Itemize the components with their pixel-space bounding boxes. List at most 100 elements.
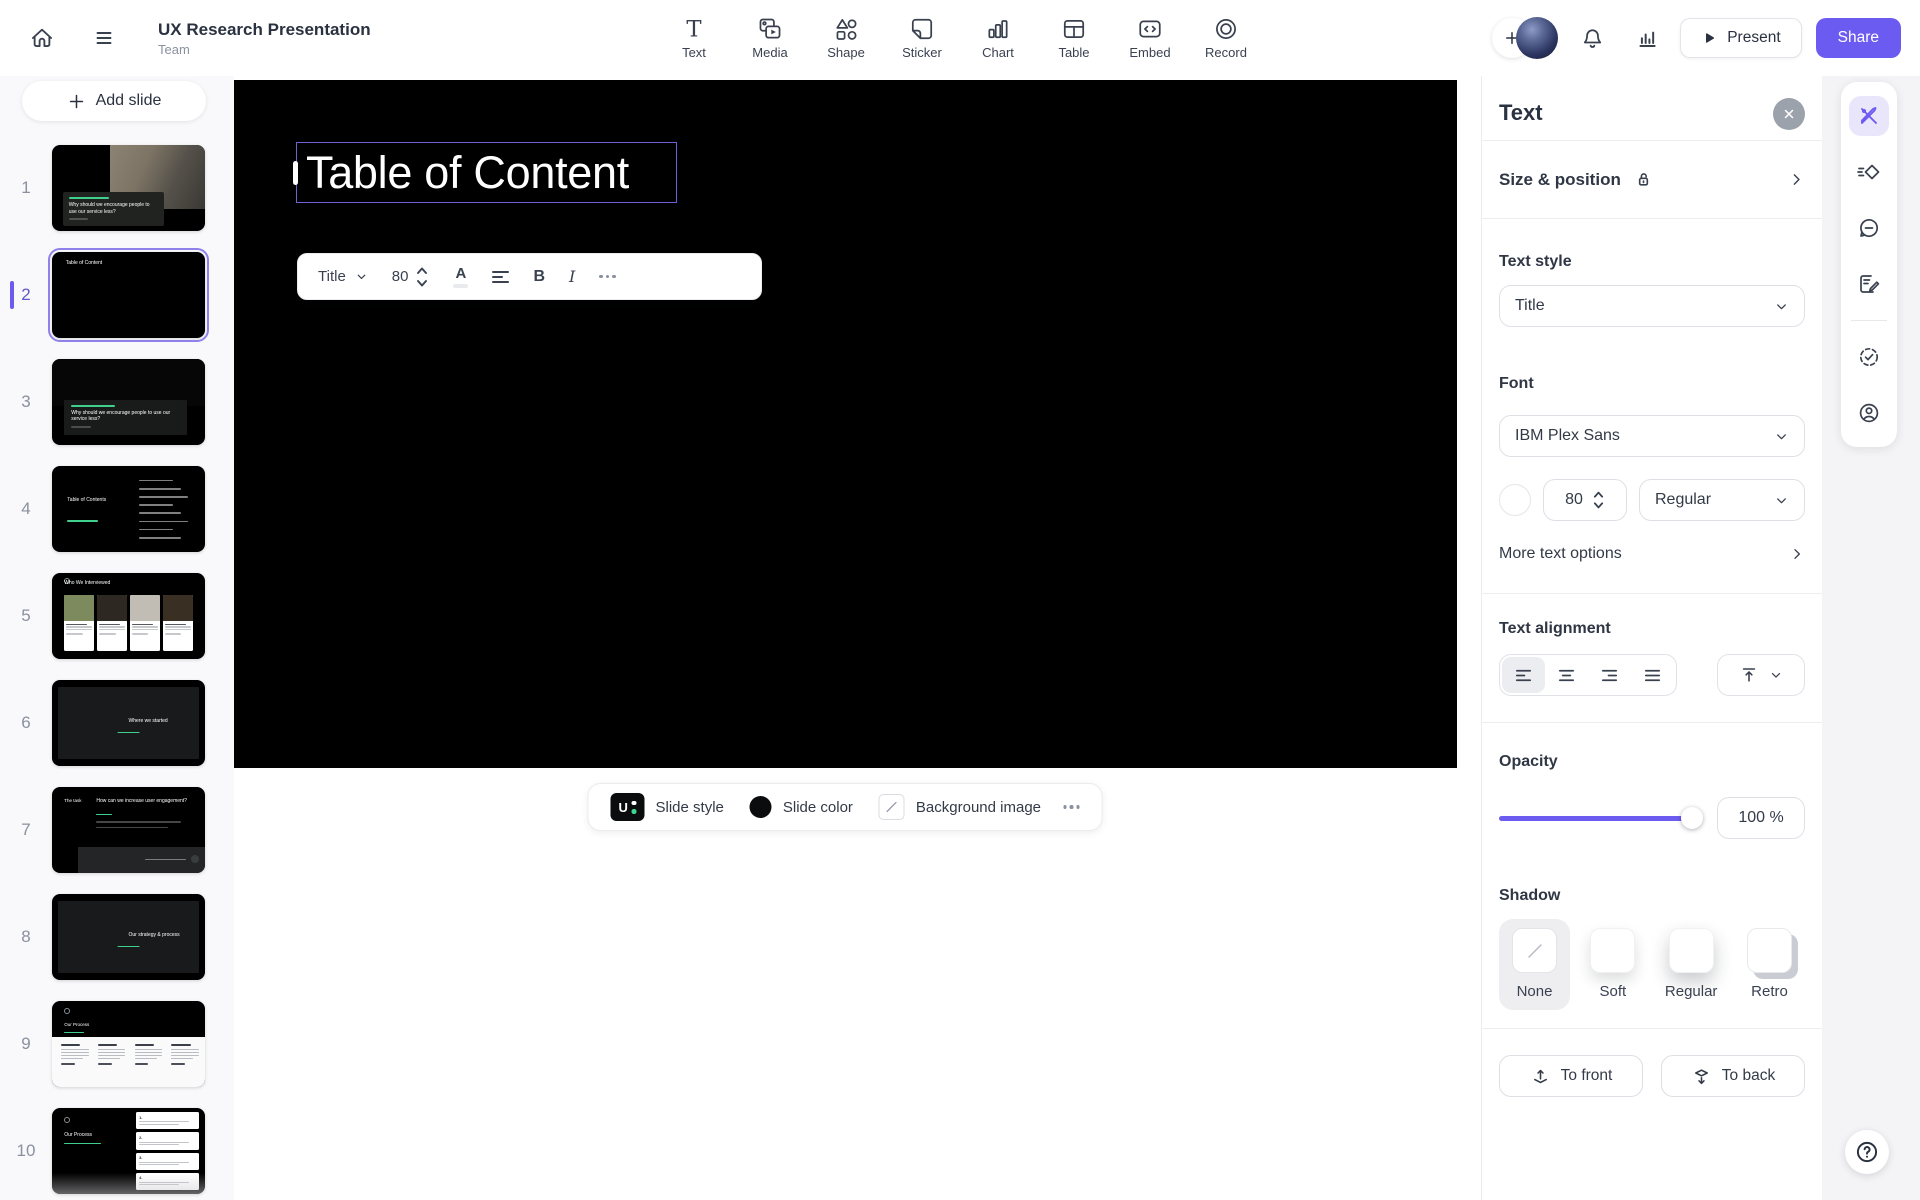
align-left-button[interactable] [1502, 657, 1545, 693]
shadow-label: Shadow [1499, 887, 1561, 904]
present-label: Present [1727, 29, 1781, 46]
comments-button[interactable] [1849, 208, 1889, 248]
size-position-label: Size & position [1499, 169, 1621, 189]
slide-thumbnail[interactable]: Our Process1.2.3.4. [52, 1108, 205, 1194]
chevron-down-icon [1774, 429, 1789, 444]
add-slide-button[interactable]: Add slide [22, 81, 206, 121]
background-image-button[interactable]: Background image [878, 794, 1041, 820]
tool-text-button[interactable]: T Text [670, 16, 718, 60]
slide-row: 5 Who We Interviewed [0, 573, 234, 659]
top-bar: UX Research Presentation Team T Text Media… [0, 0, 1920, 76]
home-icon [29, 25, 55, 51]
slider-knob[interactable] [1681, 807, 1703, 829]
slide-color-label: Slide color [782, 798, 853, 816]
tool-label: Chart [982, 45, 1014, 60]
ellipsis-icon [599, 274, 616, 279]
shadow-none-option[interactable]: None [1499, 919, 1570, 1010]
tool-shape-button[interactable]: Shape [822, 16, 870, 60]
notifications-button[interactable] [1572, 18, 1612, 58]
text-style-value: Title [1515, 297, 1545, 314]
to-back-label: To back [1721, 1067, 1776, 1084]
slide-row: 4 Table of Contents [0, 466, 234, 552]
italic-button[interactable]: I [569, 267, 575, 286]
shadow-retro-option[interactable]: Retro [1734, 919, 1805, 1010]
share-button[interactable]: Share [1815, 18, 1901, 58]
tool-label: Sticker [902, 45, 942, 60]
text-format-toolbar: Title 80 A B I [297, 253, 762, 300]
bold-button[interactable]: B [533, 268, 545, 286]
bell-icon [1580, 26, 1605, 51]
align-right-button[interactable] [1588, 657, 1631, 693]
slide-color-button[interactable]: Slide color [749, 796, 853, 818]
tool-embed-button[interactable]: Embed [1126, 16, 1174, 60]
tool-record-button[interactable]: Record [1202, 16, 1250, 60]
selected-text-box[interactable]: Table of Content [293, 142, 677, 203]
slide-number: 4 [21, 499, 31, 518]
text-style-select[interactable]: Title [1499, 285, 1805, 327]
more-options-button[interactable] [599, 274, 616, 279]
text-style-dropdown[interactable]: Title [318, 268, 368, 285]
slide-color-swatch [749, 796, 772, 818]
analytics-button[interactable] [1626, 18, 1666, 58]
chevron-right-icon [1788, 171, 1805, 188]
font-weight-select[interactable]: Regular [1639, 479, 1805, 521]
present-button[interactable]: Present [1680, 18, 1802, 58]
slide-settings-bar: U Slide style Slide color Background ima… [587, 783, 1103, 831]
background-image-label: Background image [915, 798, 1041, 816]
align-justify-button[interactable] [1631, 657, 1674, 693]
slide-thumbnail[interactable]: Table of Content [48, 248, 209, 342]
avatar[interactable] [1516, 17, 1559, 59]
text-color-button[interactable]: A [453, 265, 469, 288]
slide-thumbnail[interactable]: Where we started [52, 680, 205, 766]
slide-style-button[interactable]: U Slide style [610, 793, 724, 821]
slide-thumbnail[interactable]: Who We Interviewed [52, 573, 205, 659]
menu-button[interactable] [84, 18, 124, 58]
slide-more-button[interactable] [1063, 805, 1080, 809]
sticker-icon [909, 16, 935, 42]
tool-table-button[interactable]: Table [1050, 16, 1098, 60]
font-size-stepper[interactable]: 80 [1543, 479, 1627, 521]
chevron-right-icon [1789, 546, 1805, 562]
slide-canvas[interactable]: Table of Content [234, 80, 1457, 768]
slide-thumbnail[interactable]: Why should we encourage people to use ou… [52, 359, 205, 445]
chevron-down-icon [1769, 668, 1783, 682]
tool-sticker-button[interactable]: Sticker [898, 16, 946, 60]
home-button[interactable] [22, 18, 62, 58]
size-position-row[interactable]: Size & position [1499, 141, 1805, 218]
align-button[interactable] [492, 270, 510, 283]
vertical-align-dropdown[interactable] [1717, 654, 1805, 696]
to-back-button[interactable]: To back [1661, 1055, 1805, 1097]
font-color-swatch[interactable] [1499, 484, 1531, 516]
text-cursor [293, 160, 298, 185]
slide-thumbnail[interactable]: Our Process [52, 1001, 205, 1087]
close-panel-button[interactable] [1773, 98, 1805, 130]
font-size-stepper[interactable] [415, 264, 429, 290]
text-alignment-label: Text alignment [1499, 620, 1611, 637]
more-text-options[interactable]: More text options [1499, 545, 1805, 563]
transitions-button[interactable] [1849, 152, 1889, 192]
question-mark-icon [1854, 1139, 1880, 1165]
shadow-swatch [1668, 928, 1714, 973]
slide-thumbnail[interactable]: Table of Contents [52, 466, 205, 552]
notes-button[interactable] [1849, 264, 1889, 304]
panel-title: Text [1499, 100, 1543, 125]
opacity-slider[interactable] [1499, 807, 1703, 829]
tool-chart-button[interactable]: Chart [974, 16, 1022, 60]
slide-style-label: Slide style [655, 798, 724, 816]
account-button[interactable] [1849, 393, 1889, 433]
tool-media-button[interactable]: Media [746, 16, 794, 60]
slide-thumbnail[interactable]: Why should we encourage people to use ou… [52, 145, 205, 231]
align-center-button[interactable] [1545, 657, 1588, 693]
approvals-button[interactable] [1849, 337, 1889, 377]
slide-thumbnail[interactable]: The task How can we increase user engagem… [52, 787, 205, 873]
slides-sidebar: Add slide 1 Why should we encourage peopl… [0, 76, 234, 1200]
to-front-button[interactable]: To front [1499, 1055, 1643, 1097]
font-family-select[interactable]: IBM Plex Sans [1499, 415, 1805, 457]
shadow-soft-option[interactable]: Soft [1577, 919, 1648, 1010]
shadow-regular-option[interactable]: Regular [1656, 919, 1727, 1010]
slide-thumbnail[interactable]: Our strategy & process [52, 894, 205, 980]
help-button[interactable] [1845, 1130, 1889, 1174]
shadow-swatch [1746, 928, 1792, 973]
design-tools-button[interactable] [1849, 96, 1889, 136]
svg-text:T: T [686, 17, 701, 42]
